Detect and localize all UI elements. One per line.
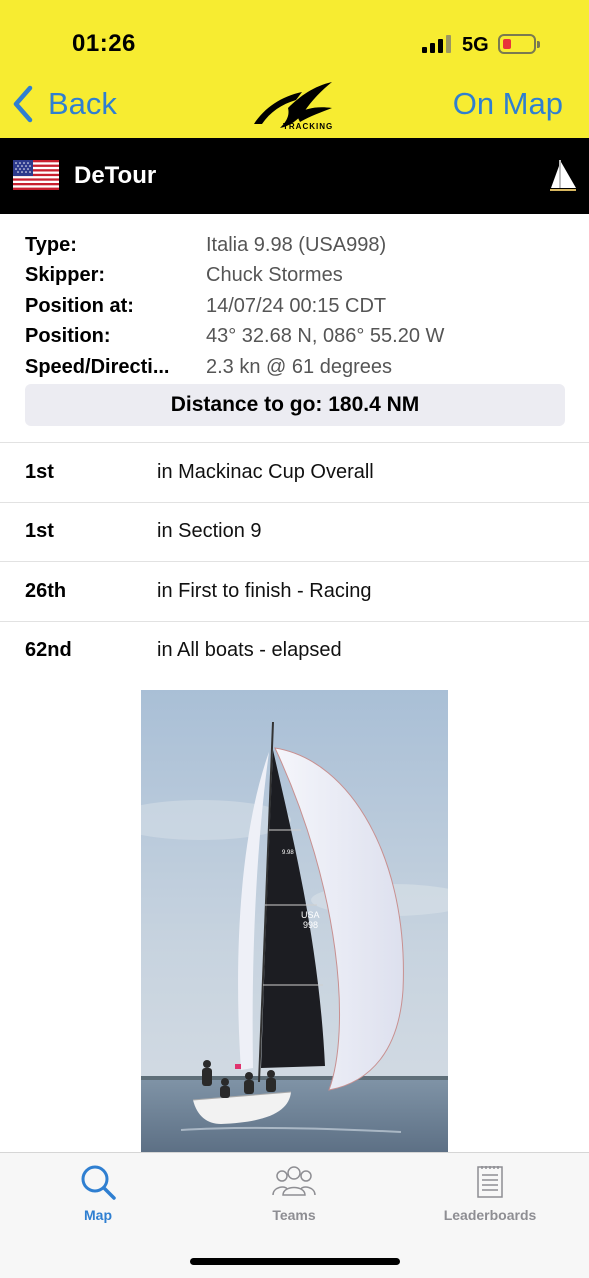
tab-label: Map (84, 1207, 112, 1223)
detail-value: 2.3 kn @ 61 degrees (206, 355, 392, 378)
detail-value: Chuck Stormes (206, 264, 343, 287)
tab-label: Teams (272, 1207, 316, 1223)
signal-icon (422, 35, 452, 53)
ranking-description: in All boats - elapsed (157, 639, 342, 662)
detail-row-type: Type: Italia 9.98 (USA998) (25, 230, 565, 261)
detail-label: Type: (25, 233, 77, 256)
ranking-row[interactable]: 1st in Mackinac Cup Overall (0, 442, 589, 502)
tab-label: Leaderboards (443, 1207, 537, 1223)
tab-leaderboards[interactable]: Leaderboards (430, 1163, 550, 1223)
sail-number-a: USA (301, 910, 320, 920)
sail-class-label: 9.98 (282, 850, 294, 856)
ranking-position: 1st (25, 520, 54, 543)
detail-value: Italia 9.98 (USA998) (206, 233, 387, 256)
ranking-row[interactable]: 26th in First to finish - Racing (0, 561, 589, 621)
home-indicator[interactable] (190, 1258, 400, 1265)
ranking-position: 26th (25, 579, 67, 602)
ranking-row[interactable]: 1st in Section 9 (0, 501, 589, 562)
rankings-list: 1st in Mackinac Cup Overall 1st in Secti… (0, 442, 589, 680)
detail-row-skipper: Skipper: Chuck Stormes (25, 261, 565, 292)
boat-name: DeTour (74, 162, 157, 189)
people-icon (272, 1166, 316, 1196)
tab-map[interactable]: Map (64, 1163, 132, 1223)
distance-to-go: Distance to go: 180.4 NM (25, 384, 565, 426)
back-label: Back (48, 86, 117, 121)
clipboard-icon (477, 1166, 503, 1198)
detail-value: 14/07/24 00:15 CDT (206, 294, 387, 317)
back-button[interactable]: Back (12, 82, 117, 126)
logo-text: TRACKING (283, 122, 334, 131)
sail-number-b: 998 (303, 920, 318, 930)
tab-teams[interactable]: Teams (256, 1163, 332, 1223)
search-icon (81, 1165, 116, 1200)
ranking-position: 62nd (25, 639, 72, 662)
detail-label: Speed/Directi... (25, 355, 170, 378)
battery-icon (498, 34, 540, 54)
ranking-row[interactable]: 62nd in All boats - elapsed (0, 620, 589, 681)
boat-header: DeTour (0, 138, 589, 214)
detail-row-position-at: Position at: 14/07/24 00:15 CDT (25, 291, 565, 322)
detail-label: Position: (25, 325, 111, 348)
network-label: 5G (462, 34, 489, 56)
status-time: 01:26 (72, 30, 136, 57)
usa-flag-icon (13, 160, 59, 190)
boat-photo: USA 998 9.98 (141, 690, 448, 1152)
sailboat-icon[interactable] (548, 158, 578, 194)
detail-label: Skipper: (25, 264, 106, 287)
ranking-description: in First to finish - Racing (157, 579, 372, 602)
chevron-left-icon (13, 85, 33, 123)
ranking-position: 1st (25, 460, 54, 483)
on-map-button[interactable]: On Map (453, 86, 563, 122)
detail-label: Position at: (25, 294, 134, 317)
detail-row-position: Position: 43° 32.68 N, 086° 55.20 W (25, 322, 565, 353)
header: 01:26 5G Back TRACKING On Map (0, 0, 589, 138)
ranking-description: in Section 9 (157, 520, 262, 543)
ranking-description: in Mackinac Cup Overall (157, 460, 374, 483)
detail-row-speed: Speed/Directi... 2.3 kn @ 61 degrees (25, 352, 565, 383)
detail-value: 43° 32.68 N, 086° 55.20 W (206, 325, 445, 348)
boat-details: Type: Italia 9.98 (USA998) Skipper: Chuc… (25, 230, 565, 383)
